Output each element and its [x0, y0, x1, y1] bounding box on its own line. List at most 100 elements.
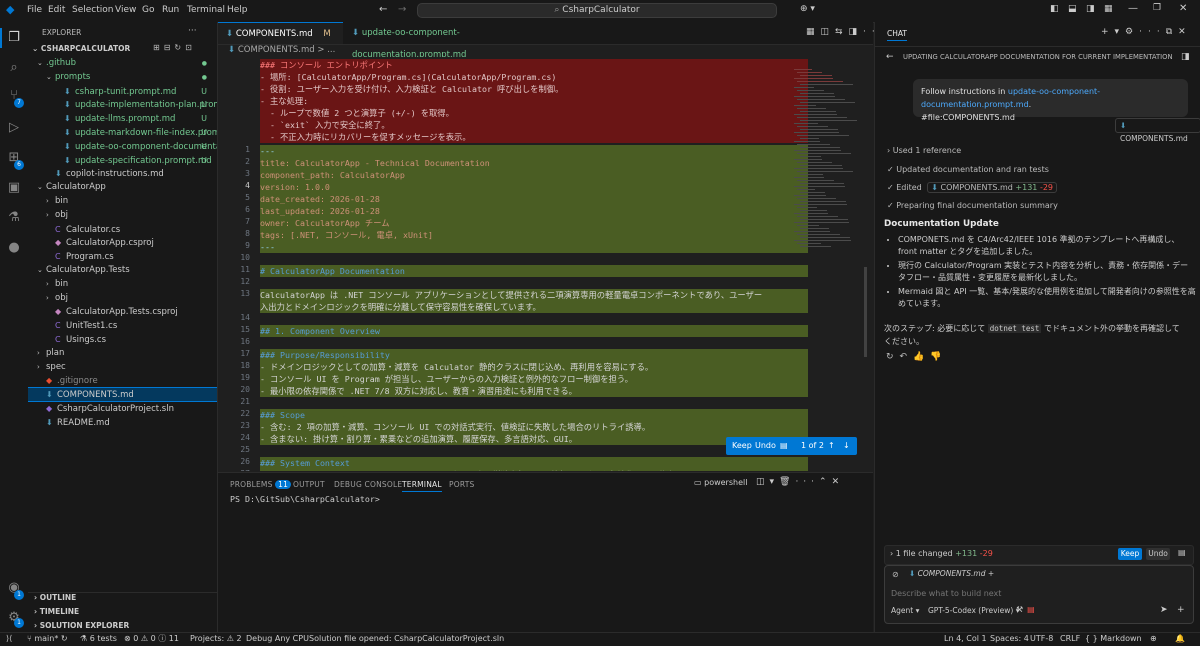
notifications-bell-icon[interactable]: 🔔	[1175, 633, 1185, 645]
undo-all-button[interactable]: Undo	[1146, 548, 1170, 560]
language-mode[interactable]: { } Markdown	[1085, 633, 1142, 645]
explorer-icon[interactable]: ❐	[6, 30, 22, 46]
editor-scrollbar[interactable]	[864, 267, 867, 357]
indentation[interactable]: Spaces: 4	[990, 633, 1029, 645]
search-icon[interactable]: ⌕	[6, 60, 22, 76]
copilot-status-icon[interactable]: ⊕	[1150, 633, 1157, 645]
debug-config[interactable]: Debug Any CPU	[246, 633, 309, 645]
menu-view[interactable]: View	[115, 5, 136, 15]
menu-selection[interactable]: Selection	[72, 5, 113, 15]
tree-item[interactable]: C Program.cs	[28, 250, 217, 263]
remote-indicator-icon[interactable]: ⟩⟨	[6, 633, 12, 645]
restore-icon[interactable]: ❐	[1153, 3, 1161, 13]
tests-indicator[interactable]: ⚗ 6 tests	[80, 633, 117, 645]
cursor-position[interactable]: Ln 4, Col 1	[944, 633, 987, 645]
tree-item[interactable]: ⬇ update-markdown-file-index.prompt....U	[28, 126, 217, 139]
tree-item[interactable]: › obj	[28, 209, 217, 222]
tab-problems[interactable]: PROBLEMS 11	[230, 480, 292, 489]
edited-file-chip[interactable]: ⬇ COMPONENTS.md +131 -29	[927, 182, 1058, 193]
toggle-secondary-sidebar-icon[interactable]: ◨	[1086, 4, 1095, 14]
tree-item[interactable]: ⬇ copilot-instructions.md	[28, 167, 217, 180]
model-dropdown[interactable]: GPT-5-Codex (Preview) ▾	[928, 606, 1020, 615]
tree-item[interactable]: ⬇ update-specification.prompt.md U	[28, 154, 217, 167]
undo-change-button[interactable]: Undo	[755, 437, 776, 455]
project-header[interactable]: ⌄ CSHARPCALCULATOR	[32, 44, 130, 53]
tools-icon[interactable]: ⚒▤	[1016, 605, 1039, 614]
chat-sidebar-icon[interactable]: ◨	[1181, 52, 1190, 62]
outline-section[interactable]: › OUTLINE	[34, 593, 76, 602]
tree-item[interactable]: ◆ CsharpCalculatorProject.sln	[28, 402, 217, 415]
encoding[interactable]: UTF-8	[1030, 633, 1053, 645]
attachment-chip[interactable]: ⬇ COMPONENTS.md	[1115, 118, 1200, 143]
tree-item[interactable]: › plan	[28, 347, 217, 360]
minimize-icon[interactable]: —	[1128, 3, 1138, 14]
chat-actions[interactable]: +▾⚙···⧉✕	[1101, 27, 1192, 37]
menu-run[interactable]: Run	[162, 5, 179, 15]
back-arrow-icon[interactable]: ←	[379, 4, 387, 15]
prev-change-arrow-icon[interactable]: ↑	[828, 437, 835, 455]
solution-explorer-section[interactable]: › SOLUTION EXPLORER	[34, 621, 129, 630]
tab-prompt-md[interactable]: ⬇ update-oo-component-documentation.prom…	[344, 22, 574, 60]
tree-item[interactable]: ⬇ update-implementation-plan.prompt...U	[28, 98, 217, 111]
tree-item[interactable]: C Usings.cs	[28, 333, 217, 346]
toggle-panel-icon[interactable]: ⬓	[1068, 4, 1077, 14]
timeline-section[interactable]: › TIMELINE	[34, 607, 79, 616]
tree-item[interactable]: ⬇ update-oo-component-documentati...U	[28, 140, 217, 153]
chat-tab[interactable]: CHAT	[887, 29, 908, 41]
input-file-chip[interactable]: ⬇ COMPONENTS.md +	[909, 569, 994, 578]
tree-item[interactable]: › bin	[28, 195, 217, 208]
tree-item[interactable]: C UnitTest1.cs	[28, 319, 217, 332]
tree-item[interactable]: ⬇ update-llms.prompt.md U	[28, 112, 217, 125]
tab-components-md[interactable]: ⬇ COMPONENTS.md M	[218, 22, 343, 44]
tree-item[interactable]: › bin	[28, 278, 217, 291]
next-change-arrow-icon[interactable]: ↓	[843, 437, 850, 455]
terminal-shell-selector[interactable]: ▭ powershell	[694, 478, 747, 487]
keep-all-button[interactable]: Keep	[1118, 548, 1142, 560]
code-editor[interactable]: ### コンソール エントリポイント - 場所: [CalculatorApp/P…	[218, 57, 873, 471]
menu-terminal[interactable]: Terminal	[187, 5, 225, 15]
more-send-options-icon[interactable]: +	[1177, 605, 1185, 615]
tree-item[interactable]: ⌄ prompts ●	[28, 71, 217, 84]
tab-terminal[interactable]: TERMINAL	[402, 480, 442, 492]
view-changes-icon[interactable]: ▤	[1178, 548, 1186, 557]
more-actions-icon[interactable]: ···	[188, 26, 197, 36]
tree-item[interactable]: ⬇ README.md	[28, 416, 217, 429]
diff-icon[interactable]: ▤	[780, 437, 788, 455]
remote-explorer-icon[interactable]: ▣	[6, 180, 22, 196]
terminal-output[interactable]: PS D:\GitSub\CsharpCalculator>	[230, 494, 380, 504]
tab-debug-console[interactable]: DEBUG CONSOLE	[334, 480, 402, 489]
send-icon[interactable]: ➤	[1160, 605, 1168, 615]
customize-layout-icon[interactable]: ▦	[1104, 4, 1113, 14]
tree-item[interactable]: ⌄ CalculatorApp.Tests	[28, 264, 217, 277]
toggle-sidebar-icon[interactable]: ◧	[1050, 4, 1059, 14]
tree-item[interactable]: ⌄ .github ●	[28, 57, 217, 70]
step-used-reference[interactable]: › Used 1 reference	[887, 146, 961, 155]
response-actions[interactable]: ↻↶👍👎	[886, 352, 948, 362]
menu-go[interactable]: Go	[142, 5, 154, 15]
github-icon[interactable]: ●	[6, 240, 22, 256]
menu-edit[interactable]: Edit	[48, 5, 65, 15]
close-window-icon[interactable]: ✕	[1179, 3, 1187, 14]
panel-actions[interactable]: ◫▾🗑···⌃✕	[756, 477, 844, 487]
tree-item[interactable]: › obj	[28, 292, 217, 305]
agent-mode-dropdown[interactable]: Agent ▾	[891, 606, 919, 615]
attach-icon[interactable]: ⊘	[892, 570, 899, 579]
tree-item[interactable]: ⬇ COMPONENTS.md	[28, 387, 217, 403]
run-debug-icon[interactable]: ▷	[6, 120, 22, 136]
explorer-actions[interactable]: ⊞⊟↻⊡	[153, 43, 196, 52]
copilot-icon[interactable]: ⊕ ▾	[800, 4, 815, 14]
command-center-search[interactable]: ⌕ CsharpCalculator	[417, 3, 777, 18]
back-arrow-icon[interactable]: ←	[886, 52, 894, 62]
line-ending[interactable]: CRLF	[1060, 633, 1080, 645]
keep-change-button[interactable]: Keep	[732, 437, 752, 455]
menu-file[interactable]: File	[27, 5, 42, 15]
minimap[interactable]	[792, 57, 862, 471]
tree-item[interactable]: C Calculator.cs	[28, 223, 217, 236]
tree-item[interactable]: ◆ CalculatorApp.csproj	[28, 236, 217, 249]
menu-help[interactable]: Help	[227, 5, 248, 15]
testing-icon[interactable]: ⚗	[6, 210, 22, 226]
forward-arrow-icon[interactable]: →	[398, 4, 406, 15]
chat-input[interactable]	[889, 585, 1183, 601]
tree-item[interactable]: ⬇ csharp-tunit.prompt.md U	[28, 85, 217, 98]
breadcrumb-file[interactable]: COMPONENTS.md	[238, 45, 315, 55]
